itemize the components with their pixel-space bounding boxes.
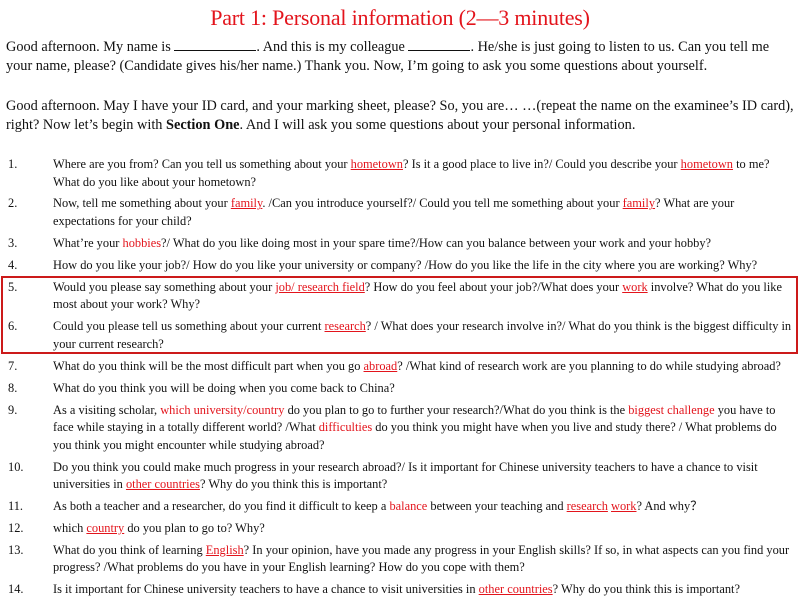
section-one-label: Section One (166, 117, 240, 133)
question-number: 3. (8, 235, 18, 250)
question-item: 3. What’re your hobbies?/ What do you lik… (0, 235, 800, 253)
keyword-highlight: difficulties (318, 420, 373, 435)
question-text: What do you think you will be doing when… (53, 380, 395, 395)
question-text: Is it important for Chinese university t… (53, 582, 479, 597)
question-text: Would you please say something about you… (53, 279, 276, 294)
question-number: 11. (8, 499, 24, 514)
question-number: 9. (8, 402, 18, 417)
question-item: 13. What do you think of learning English… (0, 542, 800, 577)
question-item: 11. As both a teacher and a researcher, d… (0, 498, 800, 516)
question-item: 1. Where are you from? Can you tell us so… (0, 156, 800, 191)
keyword-highlight: balance (389, 499, 428, 514)
question-item: 9. As a visiting scholar, which universit… (0, 402, 800, 455)
question-text: ? Is it a good place to live in?/ Could … (402, 157, 681, 171)
intro2-text-c: . And I will ask you some questions abou… (239, 117, 636, 133)
question-number: 7. (8, 358, 18, 373)
keyword-highlight: family (622, 196, 656, 211)
question-text: ? /What kind of research work are you pl… (397, 358, 781, 373)
intro1-text-a: Good afternoon. My name is (6, 39, 175, 55)
question-text: ?/ What do you like doing most in your s… (161, 235, 712, 250)
question-item: 8. What do you think you will be doing wh… (0, 380, 800, 398)
keyword-highlight: work (611, 499, 637, 514)
question-item: 10. Do you think you could make much prog… (0, 459, 800, 494)
question-text: which (53, 520, 87, 535)
question-text: ? Why do you think this is important? (199, 477, 388, 492)
keyword-highlight: English (205, 542, 244, 557)
keyword-highlight: hometown (350, 157, 403, 171)
question-item: 14. Is it important for Chinese universit… (0, 581, 800, 599)
question-text: do you plan to go to? Why? (124, 520, 265, 535)
question-number: 8. (8, 380, 18, 395)
keyword-highlight: country (86, 520, 125, 535)
question-item: 4. How do you like your job?/ How do you … (0, 257, 800, 275)
question-text: . /Can you introduce yourself?/ Could yo… (262, 196, 623, 211)
intro-paragraph-2: Good afternoon. May I have your ID card,… (6, 97, 796, 135)
question-text: between your teaching and (427, 499, 567, 514)
keyword-highlight: abroad (363, 358, 398, 373)
question-number: 2. (8, 196, 18, 211)
question-number: 1. (8, 157, 18, 171)
question-number: 12. (8, 520, 24, 535)
question-text: Where are you from? Can you tell us some… (53, 157, 351, 171)
intro-paragraph-1: Good afternoon. My name is . And this is… (6, 38, 796, 76)
keyword-highlight: job/ research field (275, 279, 365, 294)
question-text: ? How do you feel about your job?/What d… (364, 279, 623, 294)
colleague-name-blank (408, 39, 471, 51)
question-text: As both a teacher and a researcher, do y… (53, 499, 390, 514)
keyword-highlight: work (622, 279, 648, 294)
question-item: 7. What do you think will be the most dif… (0, 358, 800, 376)
question-text: Could you please tell us something about… (53, 319, 325, 334)
page-title: Part 1: Personal information (2—3 minute… (210, 5, 590, 30)
question-number: 5. (8, 279, 18, 294)
question-text: What’re your (53, 235, 123, 250)
question-number: 10. (8, 459, 24, 474)
keyword-highlight: other countries (478, 582, 553, 597)
keyword-highlight: research (324, 319, 366, 334)
question-list: 1. Where are you from? Can you tell us so… (0, 156, 800, 603)
keyword-highlight: which university/country (160, 402, 285, 417)
keyword-highlight: research (566, 499, 608, 514)
keyword-highlight: other countries (125, 477, 200, 492)
keyword-highlight: biggest challenge (628, 402, 715, 417)
question-item: 2. Now, tell me something about your fami… (0, 195, 800, 230)
question-text: ? And why？ (636, 499, 703, 514)
question-number: 6. (8, 319, 18, 334)
keyword-highlight: hometown (680, 157, 733, 171)
question-number: 14. (8, 582, 24, 597)
question-text: ? Why do you think this is important? (552, 582, 740, 597)
question-text: What do you think of learning (53, 542, 206, 557)
examiner-name-blank (174, 39, 257, 51)
keyword-highlight: family (230, 196, 263, 211)
question-text: How do you like your job?/ How do you li… (53, 257, 758, 272)
question-item: 12. which country do you plan to go to? W… (0, 520, 800, 538)
question-number: 13. (8, 542, 24, 557)
keyword-highlight: hobbies (122, 235, 162, 250)
intro1-text-b: . And this is my colleague (256, 39, 409, 55)
question-text: As a visiting scholar, (53, 402, 161, 417)
question-number: 4. (8, 257, 18, 272)
question-text: do you plan to go to further your resear… (284, 402, 629, 417)
question-item: 6. Could you please tell us something abo… (0, 318, 800, 353)
question-text: Now, tell me something about your (53, 196, 231, 211)
question-text: What do you think will be the most diffi… (53, 358, 364, 373)
question-item: 5. Would you please say something about y… (0, 279, 800, 314)
